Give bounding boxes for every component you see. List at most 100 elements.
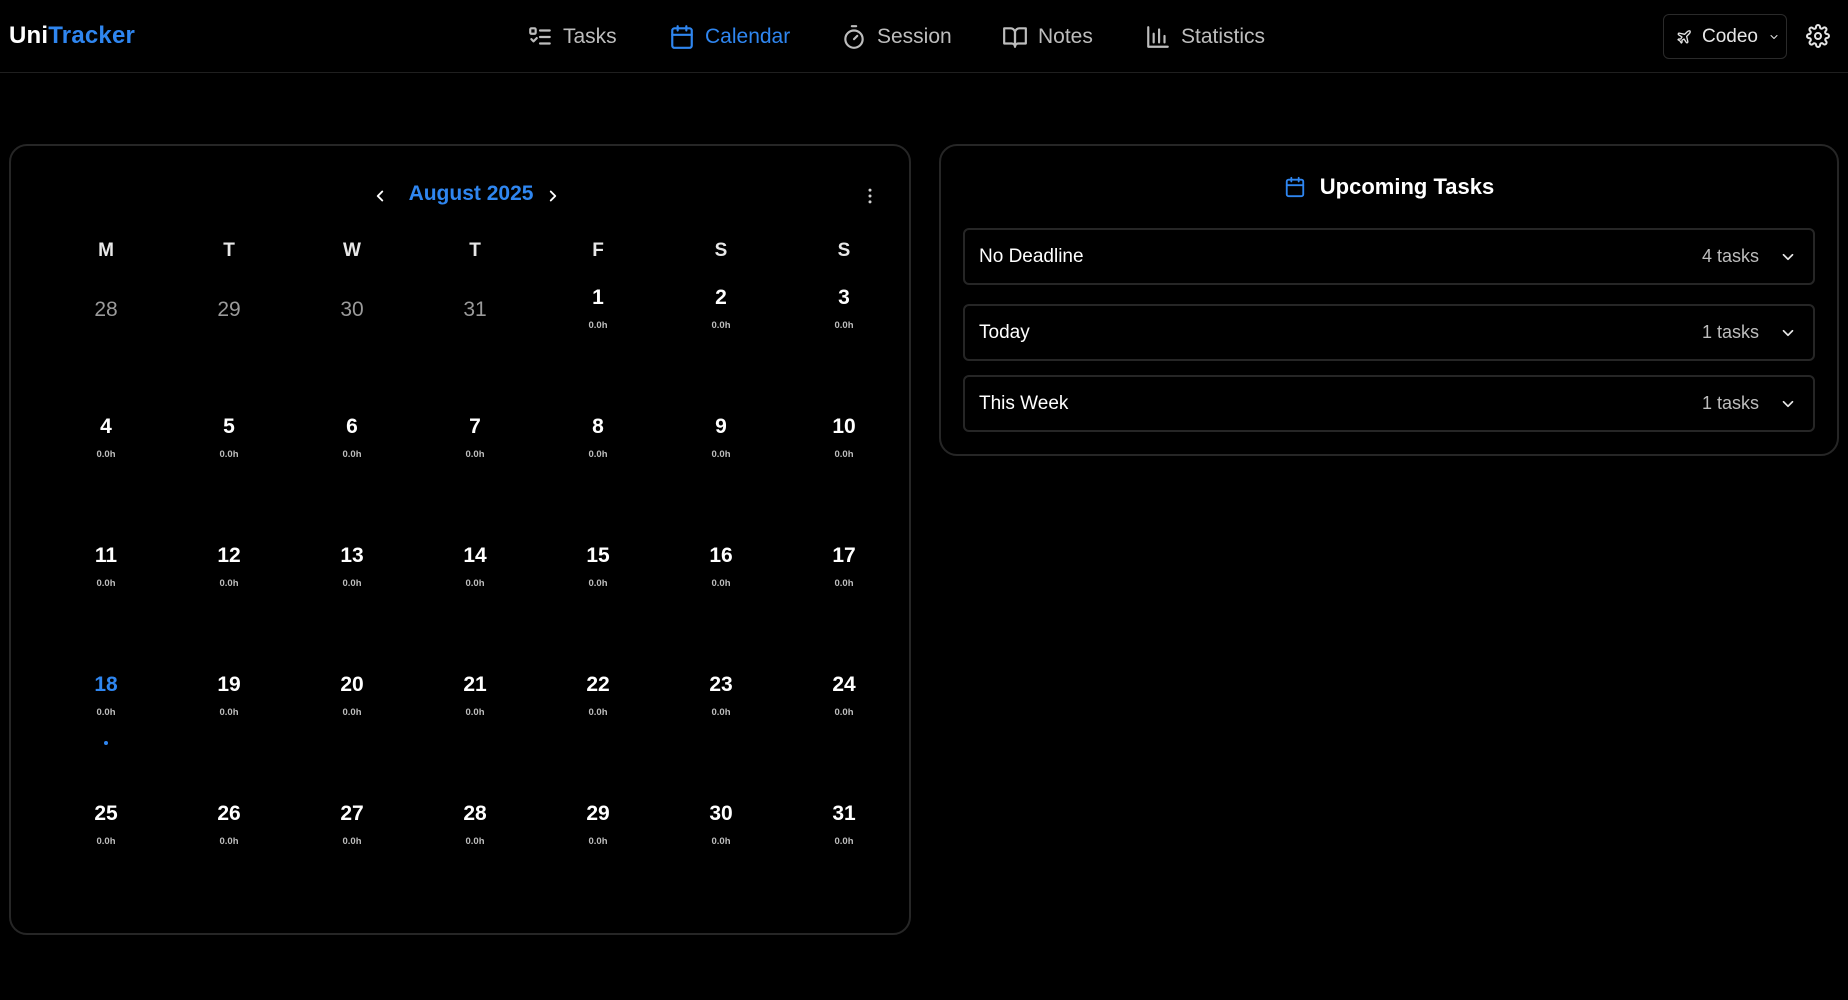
day-cell[interactable]: 17 0.0h: [789, 526, 899, 636]
day-number: 17: [832, 544, 856, 567]
day-number: 26: [217, 802, 241, 825]
day-cell[interactable]: 5 0.0h: [174, 397, 284, 507]
nav-session[interactable]: Session: [841, 20, 952, 54]
day-number: 2: [715, 286, 727, 309]
day-cell[interactable]: 9 0.0h: [666, 397, 776, 507]
workspace-select[interactable]: Codeo: [1663, 14, 1787, 59]
day-number: 31: [832, 802, 856, 825]
month-navigator: August 2025: [11, 178, 909, 214]
day-hours: 0.0h: [342, 707, 362, 718]
day-cell[interactable]: 20 0.0h: [297, 655, 407, 765]
day-hours: 0.0h: [465, 449, 485, 460]
nav-statistics[interactable]: Statistics: [1145, 20, 1265, 54]
calendar-icon: [671, 25, 693, 49]
day-hours: 0.0h: [465, 707, 485, 718]
day-cell-today[interactable]: 18 0.0h: [51, 655, 161, 765]
plane-icon: [1677, 29, 1691, 44]
nav-calendar[interactable]: Calendar: [669, 20, 790, 54]
nav-tasks[interactable]: Tasks: [527, 20, 617, 54]
day-cell[interactable]: 28 0.0h: [420, 784, 530, 894]
day-cell[interactable]: 30 0.0h: [666, 784, 776, 894]
day-hours: 0.0h: [96, 578, 116, 589]
day-number: 18: [94, 673, 118, 696]
day-cell[interactable]: 14 0.0h: [420, 526, 530, 636]
day-number: 1: [592, 286, 604, 309]
gear-icon[interactable]: [1806, 24, 1830, 48]
day-cell[interactable]: 24 0.0h: [789, 655, 899, 765]
calendar-icon: [1285, 176, 1304, 198]
upcoming-title: Upcoming Tasks: [941, 174, 1837, 200]
day-cell[interactable]: 4 0.0h: [51, 397, 161, 507]
chevron-down-icon: [1782, 400, 1794, 408]
task-group-count: 1 tasks: [1701, 393, 1759, 413]
day-cell[interactable]: 6 0.0h: [297, 397, 407, 507]
day-hours: 0.0h: [834, 578, 854, 589]
day-cell[interactable]: 19 0.0h: [174, 655, 284, 765]
day-number: 28: [463, 802, 487, 825]
day-cell[interactable]: 8 0.0h: [543, 397, 653, 507]
chevron-right-icon: [549, 190, 557, 202]
day-cell[interactable]: 11 0.0h: [51, 526, 161, 636]
day-number: 13: [340, 544, 364, 567]
day-cell[interactable]: 23 0.0h: [666, 655, 776, 765]
day-cell[interactable]: 26 0.0h: [174, 784, 284, 894]
day-hours: 0.0h: [342, 836, 362, 847]
day-hours: 0.0h: [711, 707, 731, 718]
upcoming-tasks-card: Upcoming Tasks No Deadline 4 tasks Today 1 …: [939, 144, 1839, 456]
more-vertical-icon: [868, 188, 872, 204]
weekday-label: F: [592, 240, 604, 261]
task-group-row[interactable]: This Week 1 tasks: [963, 375, 1815, 432]
day-hours: 0.0h: [588, 449, 608, 460]
day-number: 29: [217, 298, 241, 321]
day-cell[interactable]: 10 0.0h: [789, 397, 899, 507]
day-cell[interactable]: 16 0.0h: [666, 526, 776, 636]
day-cell[interactable]: 31 0.0h: [789, 784, 899, 894]
task-group-count: 4 tasks: [1701, 246, 1759, 266]
day-cell[interactable]: 12 0.0h: [174, 526, 284, 636]
day-cell-outside-month[interactable]: 30: [297, 268, 407, 378]
day-hours: 0.0h: [711, 836, 731, 847]
day-number: 5: [223, 415, 235, 438]
day-cell[interactable]: 1 0.0h: [543, 268, 653, 378]
day-cell-outside-month[interactable]: 28: [51, 268, 161, 378]
day-hours: 0.0h: [834, 449, 854, 460]
day-number: 19: [217, 673, 241, 696]
day-hours: 0.0h: [219, 707, 239, 718]
day-cell[interactable]: 13 0.0h: [297, 526, 407, 636]
day-cell[interactable]: 15 0.0h: [543, 526, 653, 636]
day-cell[interactable]: 25 0.0h: [51, 784, 161, 894]
day-cell[interactable]: 3 0.0h: [789, 268, 899, 378]
checklist-icon: [529, 27, 551, 45]
day-hours: 0.0h: [96, 707, 116, 718]
day-number: 25: [94, 802, 118, 825]
chevron-down-icon: [1770, 34, 1778, 39]
day-cell[interactable]: 29 0.0h: [543, 784, 653, 894]
day-hours: 0.0h: [465, 578, 485, 589]
nav-tasks-label: Tasks: [563, 25, 617, 48]
nav-notes[interactable]: Notes: [1002, 20, 1093, 54]
day-hours: 0.0h: [588, 578, 608, 589]
day-number: 22: [586, 673, 610, 696]
day-number: 20: [340, 673, 364, 696]
day-cell-outside-month[interactable]: 31: [420, 268, 530, 378]
day-cell[interactable]: 2 0.0h: [666, 268, 776, 378]
day-hours: 0.0h: [588, 707, 608, 718]
day-cell[interactable]: 22 0.0h: [543, 655, 653, 765]
day-number: 11: [94, 544, 118, 567]
day-cell[interactable]: 21 0.0h: [420, 655, 530, 765]
next-month-button[interactable]: [539, 182, 567, 210]
day-cell-outside-month[interactable]: 29: [174, 268, 284, 378]
calendar-options-button[interactable]: [858, 184, 882, 208]
task-group-row[interactable]: Today 1 tasks: [963, 304, 1815, 361]
day-cell[interactable]: 27 0.0h: [297, 784, 407, 894]
day-hours: 0.0h: [219, 836, 239, 847]
day-number: 28: [94, 298, 118, 321]
task-group-row[interactable]: No Deadline 4 tasks: [963, 228, 1815, 285]
day-number: 27: [340, 802, 364, 825]
day-hours: 0.0h: [711, 449, 731, 460]
main-nav: Tasks Calendar Session Notes Statistics: [0, 0, 1848, 73]
task-group-label: This Week: [979, 392, 1069, 414]
nav-calendar-label: Calendar: [705, 25, 791, 48]
day-cell[interactable]: 7 0.0h: [420, 397, 530, 507]
day-number: 24: [832, 673, 856, 696]
